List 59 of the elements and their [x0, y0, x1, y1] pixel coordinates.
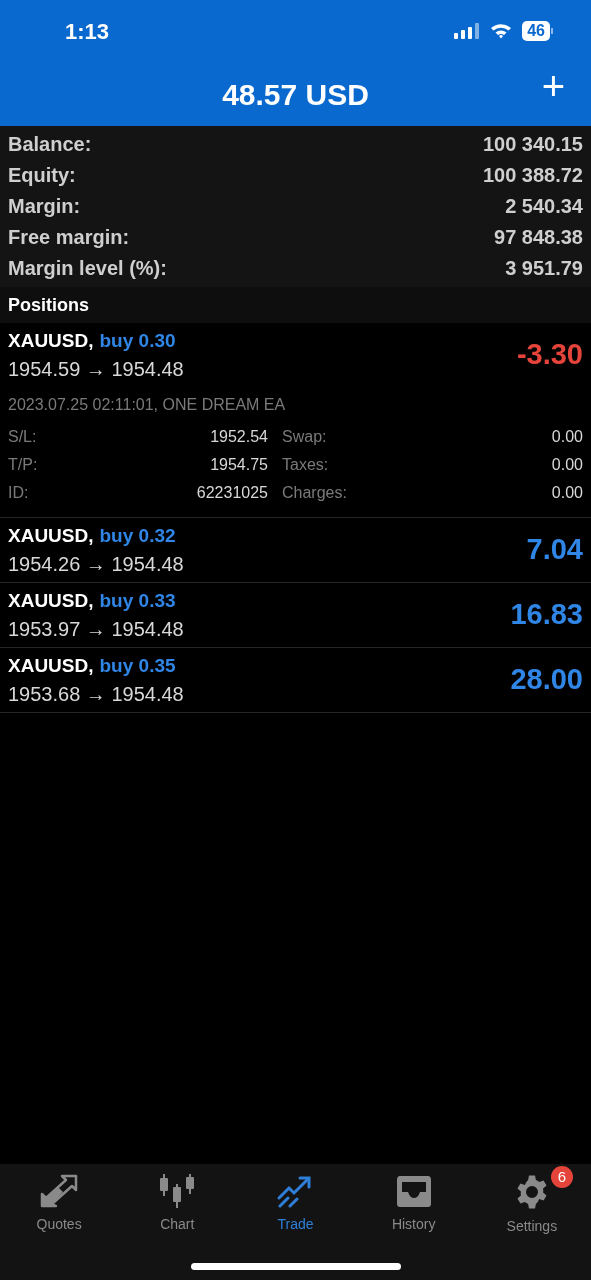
summary-value: 2 540.34	[505, 193, 583, 219]
price-change: 1954.26 → 1954.48	[8, 552, 184, 577]
tab[interactable]: Trade	[240, 1166, 351, 1237]
price-change: 1954.59 → 1954.48	[8, 357, 184, 382]
symbol: XAUUSD,	[8, 653, 94, 678]
candlestick-icon	[158, 1174, 197, 1208]
order-side: buy 0.32	[99, 523, 176, 548]
add-button[interactable]: +	[541, 66, 565, 106]
header-title: 48.57 USD	[222, 76, 369, 113]
symbol: XAUUSD,	[8, 523, 94, 548]
detail-value: 0.00	[551, 427, 583, 447]
wifi-icon	[490, 23, 513, 39]
price-change: 1953.68 → 1954.48	[8, 682, 184, 707]
detail-value: 1952.54	[210, 427, 268, 447]
detail-value: 1954.75	[210, 455, 268, 475]
summary-label: Free margin:	[8, 224, 130, 250]
profit-value: -3.30	[516, 337, 583, 373]
battery-level: 46	[522, 21, 550, 41]
signal-icon	[454, 23, 481, 39]
position-row[interactable]: XAUUSD, buy 0.33 1953.97 → 1954.48 16.83	[0, 583, 591, 648]
notification-badge: 6	[550, 1166, 573, 1188]
profit-value: 28.00	[510, 662, 583, 698]
tab[interactable]: Quotes	[4, 1166, 115, 1237]
detail-value: 62231025	[196, 483, 268, 503]
tab[interactable]: Chart	[122, 1166, 233, 1237]
summary-label: Margin level (%):	[8, 255, 167, 281]
detail-value: 0.00	[551, 455, 583, 475]
summary-label: Equity:	[8, 162, 76, 188]
position-row[interactable]: XAUUSD, buy 0.30 1954.59 → 1954.48 -3.30 2023.07.25 02:11:01, ONE DREAM EA S/L: 1952.54 Swap: 0.00 T/P: 1954.75 Taxes: 0.00 ID: 62231025 Charges: 0.00	[0, 323, 591, 518]
detail-label: Charges:	[282, 483, 347, 503]
profit-value: 7.04	[526, 532, 583, 568]
detail-value: 0.00	[551, 483, 583, 503]
section-heading: Positions	[8, 293, 89, 317]
inbox-tray-icon	[394, 1174, 433, 1208]
order-side: buy 0.35	[99, 653, 176, 678]
open-time: 2023.07.25 02:11:01, ONE DREAM EA	[8, 395, 287, 415]
tab[interactable]: Settings 6	[476, 1166, 587, 1237]
position-row[interactable]: XAUUSD, buy 0.32 1954.26 → 1954.48 7.04	[0, 518, 591, 583]
symbol: XAUUSD,	[8, 588, 94, 613]
tab[interactable]: History	[358, 1166, 469, 1237]
summary-value: 97 848.38	[494, 224, 583, 250]
status-time: 1:13	[65, 17, 110, 46]
detail-label: T/P:	[8, 455, 38, 475]
summary-label: Margin:	[8, 193, 81, 219]
summary-value: 3 951.79	[505, 255, 583, 281]
detail-label: S/L:	[8, 427, 37, 447]
position-row[interactable]: XAUUSD, buy 0.35 1953.68 → 1954.48 28.00	[0, 648, 591, 713]
detail-label: ID:	[8, 483, 29, 503]
symbol: XAUUSD,	[8, 328, 94, 353]
summary-value: 100 388.72	[482, 162, 583, 188]
order-side: buy 0.33	[99, 588, 176, 613]
detail-label: Taxes:	[282, 455, 329, 475]
summary-value: 100 340.15	[482, 131, 583, 157]
double-arrow-icon	[40, 1174, 79, 1208]
summary-label: Balance:	[8, 131, 92, 157]
order-side: buy 0.30	[99, 328, 176, 353]
detail-label: Swap:	[282, 427, 327, 447]
profit-value: 16.83	[510, 597, 583, 633]
price-change: 1953.97 → 1954.48	[8, 617, 184, 642]
